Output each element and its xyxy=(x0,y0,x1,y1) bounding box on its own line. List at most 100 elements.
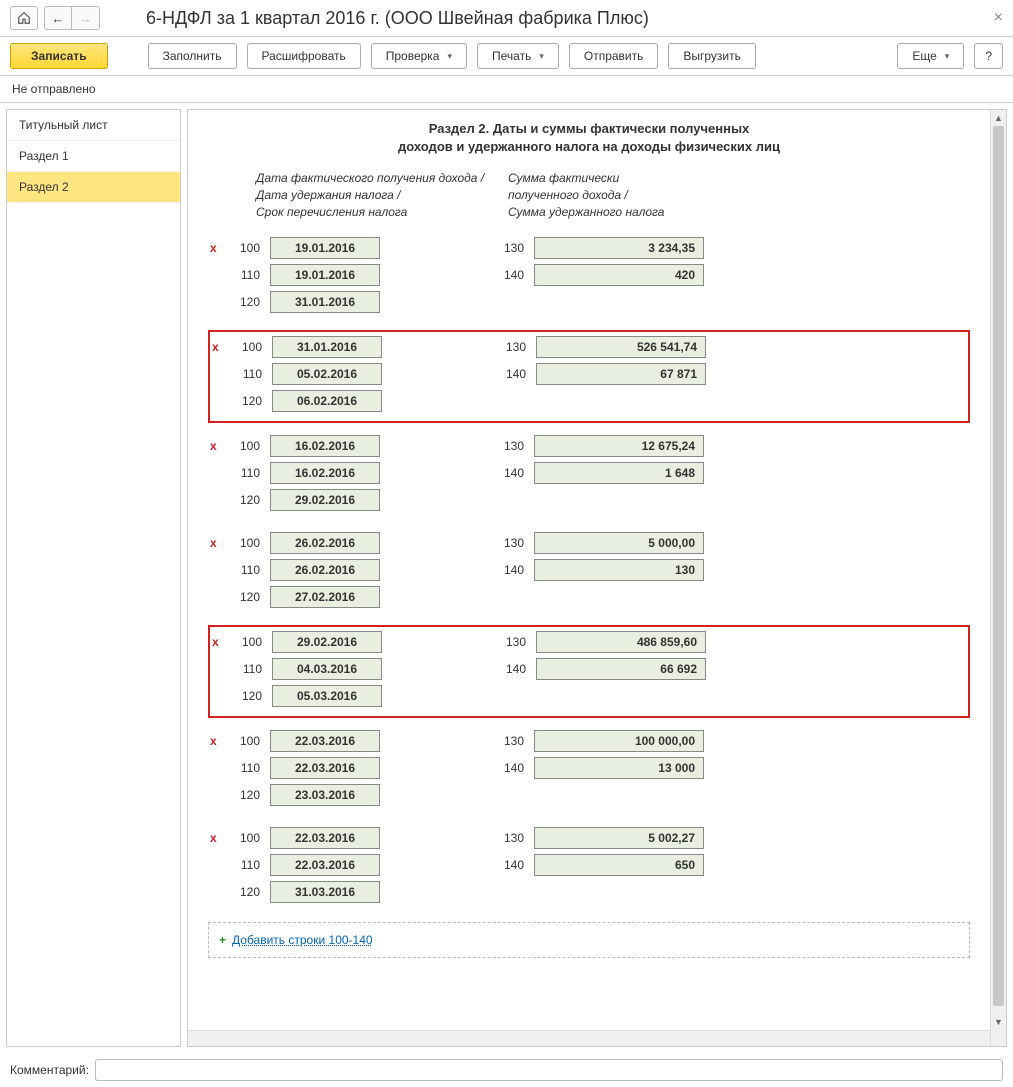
field-130-amount[interactable]: 526 541,74 xyxy=(536,336,706,358)
delete-icon[interactable]: x xyxy=(210,536,217,550)
field-110-date[interactable]: 05.02.2016 xyxy=(272,363,382,385)
code-130: 130 xyxy=(490,439,524,453)
row-120: 120 23.03.2016 xyxy=(212,784,966,806)
row-120: 120 05.03.2016 xyxy=(214,685,964,707)
field-120-date[interactable]: 05.03.2016 xyxy=(272,685,382,707)
save-button[interactable]: Записать xyxy=(10,43,108,69)
code-130: 130 xyxy=(492,635,526,649)
delete-icon[interactable]: x xyxy=(210,241,217,255)
field-120-date[interactable]: 31.03.2016 xyxy=(270,881,380,903)
code-140: 140 xyxy=(490,858,524,872)
field-100-date[interactable]: 29.02.2016 xyxy=(272,631,382,653)
decode-button[interactable]: Расшифровать xyxy=(247,43,361,69)
delete-icon[interactable]: x xyxy=(212,635,219,649)
code-120: 120 xyxy=(226,788,260,802)
code-140: 140 xyxy=(490,268,524,282)
close-button[interactable]: × xyxy=(994,9,1003,27)
code-130: 130 xyxy=(490,831,524,845)
sidebar-tab-2[interactable]: Раздел 2 xyxy=(7,172,180,203)
help-button[interactable]: ? xyxy=(974,43,1003,69)
comment-input[interactable] xyxy=(95,1059,1003,1081)
row-110: 11022.03.201614013 000 xyxy=(212,757,966,779)
scroll-thumb[interactable] xyxy=(993,126,1004,1006)
field-140-amount[interactable]: 420 xyxy=(534,264,704,286)
row-110: 11022.03.2016140650 xyxy=(212,854,966,876)
row-100: x10029.02.2016130486 859,60 xyxy=(214,631,964,653)
field-110-date[interactable]: 19.01.2016 xyxy=(270,264,380,286)
more-button[interactable]: Еще xyxy=(897,43,964,69)
field-100-date[interactable]: 26.02.2016 xyxy=(270,532,380,554)
home-icon xyxy=(17,11,31,25)
forward-button[interactable]: → xyxy=(72,6,100,30)
delete-icon[interactable]: x xyxy=(212,340,219,354)
field-120-date[interactable]: 31.01.2016 xyxy=(270,291,380,313)
print-button[interactable]: Печать xyxy=(477,43,559,69)
send-button[interactable]: Отправить xyxy=(569,43,659,69)
code-140: 140 xyxy=(490,466,524,480)
code-120: 120 xyxy=(226,590,260,604)
code-100: 100 xyxy=(226,734,260,748)
field-140-amount[interactable]: 1 648 xyxy=(534,462,704,484)
field-130-amount[interactable]: 3 234,35 xyxy=(534,237,704,259)
field-130-amount[interactable]: 12 675,24 xyxy=(534,435,704,457)
code-130: 130 xyxy=(492,340,526,354)
code-110: 110 xyxy=(226,466,260,480)
footer: Комментарий: xyxy=(0,1053,1013,1087)
row-120: 12006.02.2016 xyxy=(214,390,964,412)
code-120: 120 xyxy=(226,885,260,899)
code-100: 100 xyxy=(226,831,260,845)
field-120-date[interactable]: 06.02.2016 xyxy=(272,390,382,412)
add-rows-link[interactable]: + Добавить строки 100-140 xyxy=(208,922,970,958)
content-inner: Раздел 2. Даты и суммы фактически получе… xyxy=(188,110,990,1046)
field-110-date[interactable]: 22.03.2016 xyxy=(270,757,380,779)
section-title-line1: Раздел 2. Даты и суммы фактически получе… xyxy=(429,121,750,136)
field-130-amount[interactable]: 5 002,27 xyxy=(534,827,704,849)
field-140-amount[interactable]: 650 xyxy=(534,854,704,876)
scrollbar-vertical[interactable]: ▲ ▼ xyxy=(990,110,1006,1046)
field-140-amount[interactable]: 67 871 xyxy=(536,363,706,385)
row-110: 110 16.02.2016 140 1 648 xyxy=(212,462,966,484)
field-110-date[interactable]: 04.03.2016 xyxy=(272,658,382,680)
main-area: Титульный листРаздел 1Раздел 2 Раздел 2.… xyxy=(0,103,1013,1053)
delete-icon[interactable]: x xyxy=(210,734,217,748)
field-100-date[interactable]: 31.01.2016 xyxy=(272,336,382,358)
code-130: 130 xyxy=(490,734,524,748)
field-120-date[interactable]: 29.02.2016 xyxy=(270,489,380,511)
column-headers: Дата фактического получения дохода /Дата… xyxy=(208,170,970,220)
field-140-amount[interactable]: 130 xyxy=(534,559,704,581)
row-110: 11004.03.201614066 692 xyxy=(214,658,964,680)
export-button[interactable]: Выгрузить xyxy=(668,43,756,69)
sidebar-tab-0[interactable]: Титульный лист xyxy=(7,110,180,141)
code-130: 130 xyxy=(490,536,524,550)
row-120: 12031.01.2016 xyxy=(212,291,966,313)
code-140: 140 xyxy=(492,662,526,676)
field-100-date[interactable]: 16.02.2016 xyxy=(270,435,380,457)
field-140-amount[interactable]: 66 692 xyxy=(536,658,706,680)
field-100-date[interactable]: 22.03.2016 xyxy=(270,827,380,849)
field-100-date[interactable]: 19.01.2016 xyxy=(270,237,380,259)
field-130-amount[interactable]: 100 000,00 xyxy=(534,730,704,752)
fill-button[interactable]: Заполнить xyxy=(148,43,237,69)
topbar: ← → 6-НДФЛ за 1 квартал 2016 г. (ООО Шве… xyxy=(0,0,1013,37)
delete-icon[interactable]: x xyxy=(210,439,217,453)
field-110-date[interactable]: 16.02.2016 xyxy=(270,462,380,484)
data-block-1: x10031.01.2016130526 541,7411005.02.2016… xyxy=(208,330,970,423)
check-button[interactable]: Проверка xyxy=(371,43,467,69)
field-130-amount[interactable]: 5 000,00 xyxy=(534,532,704,554)
row-100: x10026.02.20161305 000,00 xyxy=(212,532,966,554)
field-130-amount[interactable]: 486 859,60 xyxy=(536,631,706,653)
code-140: 140 xyxy=(490,761,524,775)
scrollbar-horizontal[interactable] xyxy=(188,1030,990,1046)
row-120: 120 27.02.2016 xyxy=(212,586,966,608)
home-button[interactable] xyxy=(10,6,38,30)
field-110-date[interactable]: 22.03.2016 xyxy=(270,854,380,876)
field-100-date[interactable]: 22.03.2016 xyxy=(270,730,380,752)
code-120: 120 xyxy=(228,689,262,703)
field-110-date[interactable]: 26.02.2016 xyxy=(270,559,380,581)
field-120-date[interactable]: 23.03.2016 xyxy=(270,784,380,806)
back-button[interactable]: ← xyxy=(44,6,72,30)
field-140-amount[interactable]: 13 000 xyxy=(534,757,704,779)
sidebar-tab-1[interactable]: Раздел 1 xyxy=(7,141,180,172)
field-120-date[interactable]: 27.02.2016 xyxy=(270,586,380,608)
delete-icon[interactable]: x xyxy=(210,831,217,845)
